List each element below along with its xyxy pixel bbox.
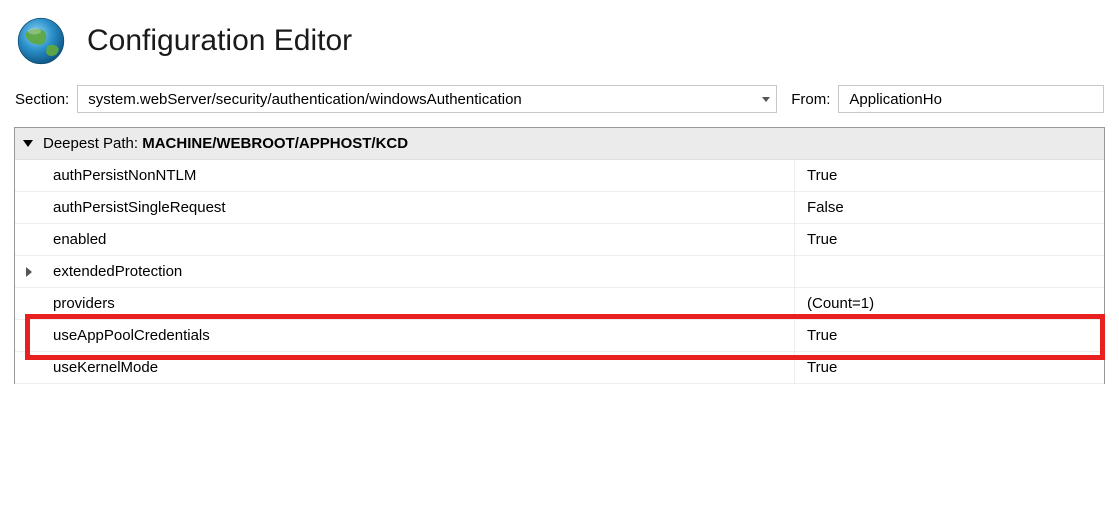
collapse-icon xyxy=(23,140,33,147)
grid-row[interactable]: enabled True xyxy=(15,224,1104,256)
expander-cell xyxy=(15,352,43,384)
from-label: From: xyxy=(791,91,830,108)
expander-cell xyxy=(15,320,43,352)
globe-icon xyxy=(15,15,67,67)
property-name: extendedProtection xyxy=(43,256,795,288)
expander-cell xyxy=(15,192,43,224)
property-value[interactable]: True xyxy=(795,160,1104,192)
expander-cell[interactable] xyxy=(15,256,43,288)
property-value[interactable]: False xyxy=(795,192,1104,224)
property-name: enabled xyxy=(43,224,795,256)
property-value[interactable]: True xyxy=(795,352,1104,384)
chevron-down-icon xyxy=(762,97,770,102)
property-value[interactable]: (Count=1) xyxy=(795,288,1104,320)
chevron-right-icon xyxy=(26,267,32,277)
section-dropdown[interactable]: system.webServer/security/authentication… xyxy=(77,85,777,113)
page-title: Configuration Editor xyxy=(87,24,352,58)
from-dropdown[interactable]: ApplicationHo xyxy=(838,85,1104,113)
grid-row[interactable]: useKernelMode True xyxy=(15,352,1104,384)
grid-row[interactable]: authPersistSingleRequest False xyxy=(15,192,1104,224)
header: Configuration Editor xyxy=(0,0,1119,77)
property-value[interactable] xyxy=(795,256,1104,288)
grid-row[interactable]: authPersistNonNTLM True xyxy=(15,160,1104,192)
property-name: useAppPoolCredentials xyxy=(43,320,795,352)
grid-header-text: Deepest Path: MACHINE/WEBROOT/APPHOST/KC… xyxy=(43,135,408,152)
from-value: ApplicationHo xyxy=(849,91,942,108)
expander-cell xyxy=(15,160,43,192)
property-name: authPersistNonNTLM xyxy=(43,160,795,192)
expander-cell xyxy=(15,288,43,320)
grid-group-header[interactable]: Deepest Path: MACHINE/WEBROOT/APPHOST/KC… xyxy=(15,128,1104,160)
grid-row[interactable]: extendedProtection xyxy=(15,256,1104,288)
section-bar: Section: system.webServer/security/authe… xyxy=(0,77,1119,127)
property-name: useKernelMode xyxy=(43,352,795,384)
property-name: authPersistSingleRequest xyxy=(43,192,795,224)
property-name: providers xyxy=(43,288,795,320)
grid-row[interactable]: useAppPoolCredentials True xyxy=(15,320,1104,352)
property-grid: Deepest Path: MACHINE/WEBROOT/APPHOST/KC… xyxy=(14,127,1105,384)
grid-row[interactable]: providers (Count=1) xyxy=(15,288,1104,320)
expander-cell xyxy=(15,224,43,256)
section-label: Section: xyxy=(15,91,69,108)
property-value[interactable]: True xyxy=(795,320,1104,352)
property-value[interactable]: True xyxy=(795,224,1104,256)
section-value: system.webServer/security/authentication… xyxy=(88,91,522,108)
